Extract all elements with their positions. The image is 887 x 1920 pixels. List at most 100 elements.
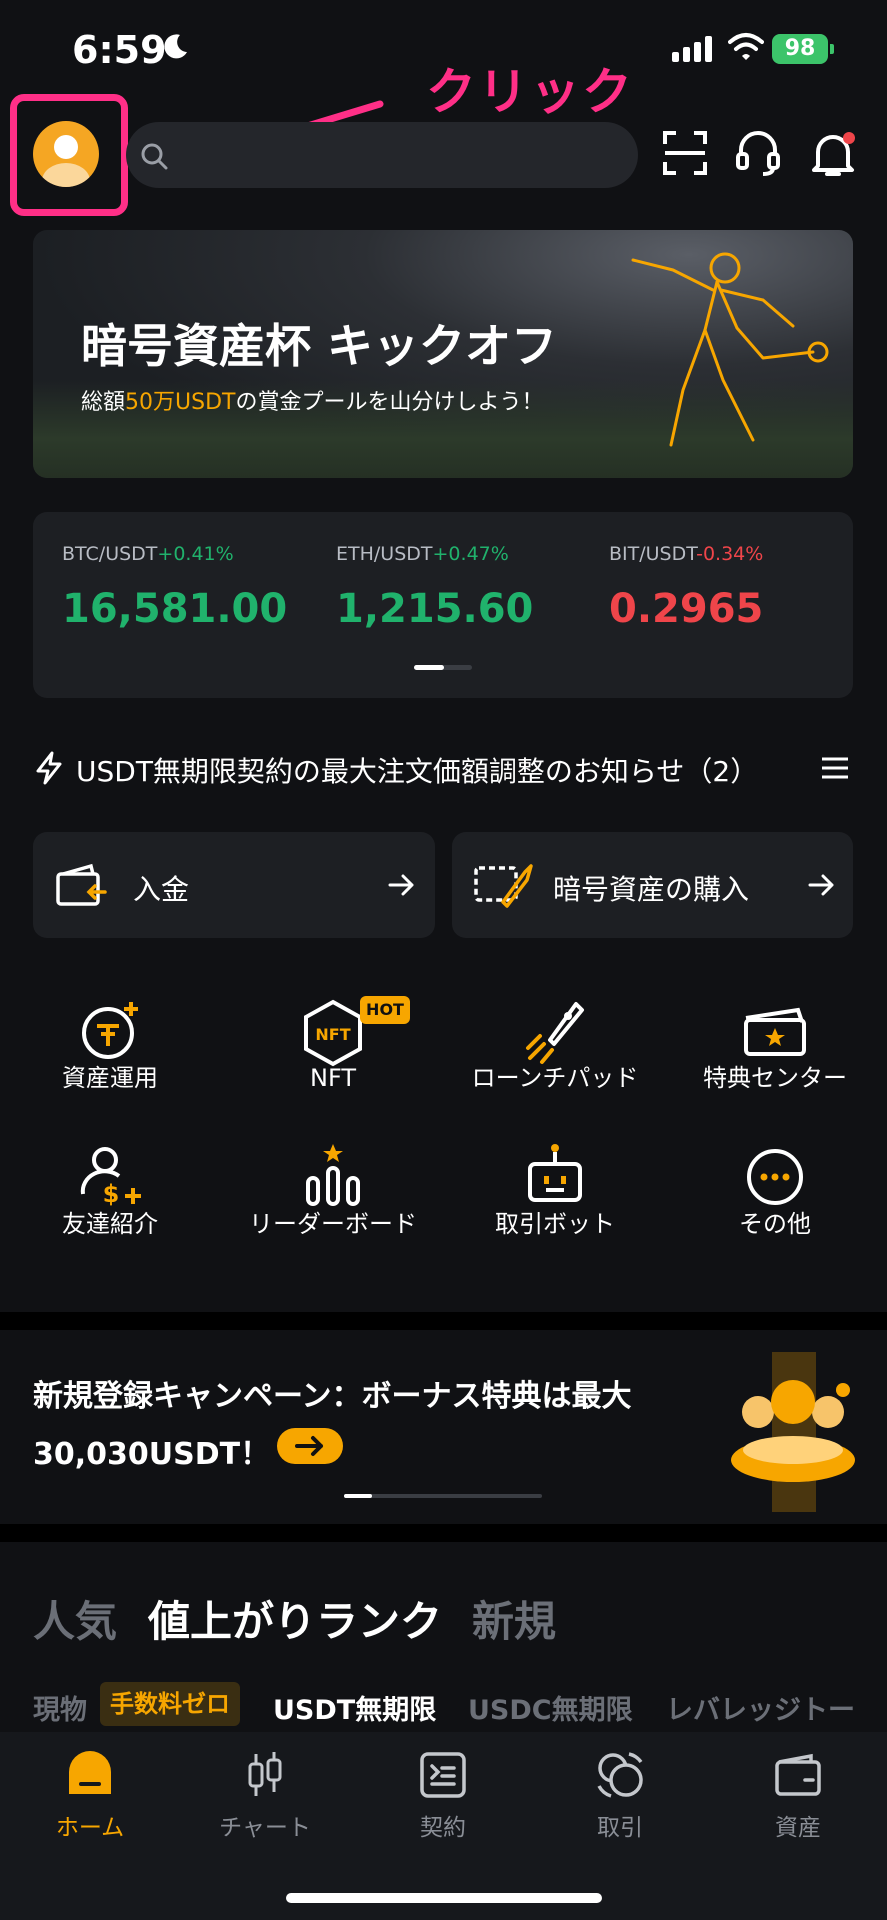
hot-badge: HOT — [360, 996, 410, 1024]
subtab-spot[interactable]: 現物 — [33, 1688, 87, 1727]
referral-icon: $ — [80, 1147, 141, 1208]
feature-label: リーダーボード — [249, 1210, 417, 1238]
banner-subtitle-suffix: の賞金プールを山分けしよう！ — [235, 390, 544, 415]
promo-banner[interactable]: 暗号資産杯 キックオフ 総額50万USDTの賞金プールを山分けしよう！ — [33, 230, 853, 478]
feature-referral[interactable]: $ 友達紹介 — [20, 1142, 200, 1272]
earn-icon — [82, 1002, 138, 1059]
nav-home[interactable] — [20, 1748, 160, 1804]
tab-new[interactable]: 新規 — [472, 1588, 556, 1649]
ticker-price-eth: 1,215.60 — [336, 586, 534, 632]
buy-crypto-label: 暗号資産の購入 — [553, 873, 750, 906]
campaign-title-line1: 新規登録キャンペーン：ボーナス特典は最大 — [33, 1379, 632, 1414]
battery-indicator: 98 — [772, 34, 828, 64]
zero-fee-badge[interactable]: 手数料ゼロ — [100, 1682, 240, 1726]
nav-assets[interactable] — [728, 1748, 868, 1804]
feature-label: 取引ボット — [495, 1210, 615, 1238]
campaign-arrow-button[interactable] — [277, 1428, 343, 1464]
avatar[interactable] — [33, 121, 99, 187]
campaign-title-line2: 30,030USDT！ — [33, 1437, 271, 1472]
tab-popular[interactable]: 人気 — [33, 1588, 117, 1649]
search-icon — [141, 143, 168, 170]
ticker-change: +0.47% — [432, 543, 509, 565]
banner-subtitle-prefix: 総額 — [81, 390, 126, 415]
banner-title: 暗号資産杯 キックオフ — [81, 319, 558, 373]
nav-contract[interactable] — [373, 1748, 513, 1804]
deposit-icon — [56, 863, 107, 906]
subtab-usdt-perpetual[interactable]: USDT無期限 — [273, 1688, 436, 1727]
wallet-icon — [775, 1753, 821, 1796]
campaign-illustration — [731, 1352, 855, 1512]
signal-icon — [672, 36, 712, 62]
nav-contract-label: 契約 — [420, 1815, 466, 1841]
buy-crypto-arrow-icon — [808, 874, 834, 896]
svg-text:$: $ — [103, 1180, 120, 1208]
ticker-change: +0.41% — [157, 543, 234, 565]
svg-text:NFT: NFT — [315, 1025, 350, 1044]
menu-icon[interactable] — [820, 756, 850, 780]
ticker-price-btc: 16,581.00 — [62, 586, 288, 632]
soccer-player-illustration — [631, 252, 829, 447]
nav-home-label: ホーム — [55, 1815, 125, 1841]
battery-tip — [830, 44, 834, 54]
ticker-pair-name: ETH/USDT — [336, 543, 433, 565]
search-input[interactable] — [126, 122, 638, 188]
wifi-icon — [728, 33, 764, 60]
ticker-pair-name: BIT/USDT — [609, 543, 697, 565]
home-indicator — [286, 1893, 602, 1903]
campaign-page-indicator — [344, 1494, 542, 1498]
ticker-change: -0.34% — [696, 543, 764, 565]
launchpad-icon — [526, 1002, 584, 1064]
feature-label: その他 — [739, 1210, 811, 1238]
nav-chart[interactable] — [195, 1748, 335, 1804]
nav-chart-label: チャート — [219, 1815, 311, 1841]
ticker-pair-name: BTC/USDT — [62, 543, 158, 565]
deposit-label: 入金 — [133, 873, 190, 906]
buy-crypto-icon — [474, 864, 533, 908]
subtab-usdc-perpetual[interactable]: USDC無期限 — [468, 1688, 633, 1727]
feature-label: 特典センター — [703, 1064, 847, 1092]
feature-label: NFT — [310, 1064, 356, 1092]
click-annotation: クリック — [426, 63, 634, 121]
scan-icon[interactable] — [662, 130, 708, 176]
leaderboard-icon — [306, 1144, 360, 1206]
nav-trade-label: 取引 — [597, 1815, 643, 1841]
support-headset-icon[interactable] — [735, 130, 781, 176]
ticker-pair-btc: BTC/USDT+0.41% — [62, 543, 234, 565]
notification-bell-icon[interactable] — [810, 130, 856, 178]
feature-earn[interactable]: 資産運用 — [20, 996, 200, 1126]
nav-trade[interactable] — [550, 1748, 690, 1804]
feature-leaderboard[interactable]: リーダーボード — [243, 1142, 423, 1272]
feature-label: ローンチパッド — [471, 1064, 639, 1092]
feature-label: 友達紹介 — [62, 1210, 158, 1238]
nft-icon: NFT — [304, 999, 362, 1067]
rewards-icon — [744, 1007, 806, 1056]
user-icon — [42, 135, 90, 187]
moon-icon — [164, 34, 187, 59]
ticker-page-indicator-active — [414, 665, 444, 670]
home-icon — [69, 1751, 111, 1794]
feature-launchpad[interactable]: ローンチパッド — [465, 996, 645, 1126]
feature-label: 資産運用 — [62, 1064, 158, 1092]
campaign-page-indicator-active — [344, 1494, 372, 1498]
nav-assets-label: 資産 — [775, 1815, 821, 1841]
chart-icon — [248, 1752, 282, 1796]
notice-text[interactable]: USDT無期限契約の最大注文価額調整のお知らせ（2） — [76, 750, 758, 790]
ticker-pair-eth: ETH/USDT+0.47% — [336, 543, 509, 565]
tab-top-gainers[interactable]: 値上がりランク — [148, 1588, 442, 1649]
feature-rewards[interactable]: 特典センター — [685, 996, 865, 1126]
arrow-right-icon — [295, 1436, 323, 1456]
subtab-leveraged-token[interactable]: レバレッジトー — [666, 1688, 855, 1727]
trade-icon — [597, 1752, 643, 1798]
contract-icon — [420, 1752, 466, 1798]
section-divider — [0, 1312, 887, 1330]
ticker-pair-bit: BIT/USDT-0.34% — [609, 543, 763, 565]
section-divider — [0, 1524, 887, 1542]
deposit-arrow-icon — [388, 874, 414, 896]
more-icon — [747, 1149, 803, 1205]
feature-more[interactable]: その他 — [685, 1142, 865, 1272]
campaign-title: 新規登録キャンペーン：ボーナス特典は最大 30,030USDT！ — [33, 1368, 673, 1484]
banner-subtitle-highlight: 50万USDT — [125, 390, 236, 415]
lightning-icon — [36, 751, 62, 785]
banner-subtitle: 総額50万USDTの賞金プールを山分けしよう！ — [81, 384, 543, 416]
feature-trading-bot[interactable]: 取引ボット — [465, 1142, 645, 1272]
